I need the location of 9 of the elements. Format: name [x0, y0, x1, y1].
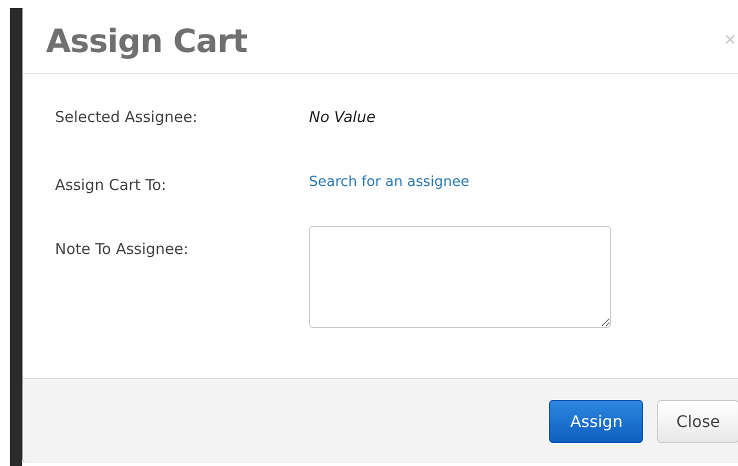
note-field[interactable] — [309, 226, 611, 328]
dialog-title: Assign Cart — [46, 22, 248, 60]
close-button[interactable]: Close — [657, 400, 738, 442]
search-assignee-link[interactable]: Search for an assignee — [309, 174, 470, 190]
field-label: Assign Cart To: — [55, 176, 168, 194]
assignee-value: No Value — [309, 108, 376, 126]
field-label: Selected Assignee: — [55, 108, 198, 126]
field-label: Note To Assignee: — [55, 240, 190, 258]
assign-button[interactable]: Assign — [549, 400, 644, 442]
